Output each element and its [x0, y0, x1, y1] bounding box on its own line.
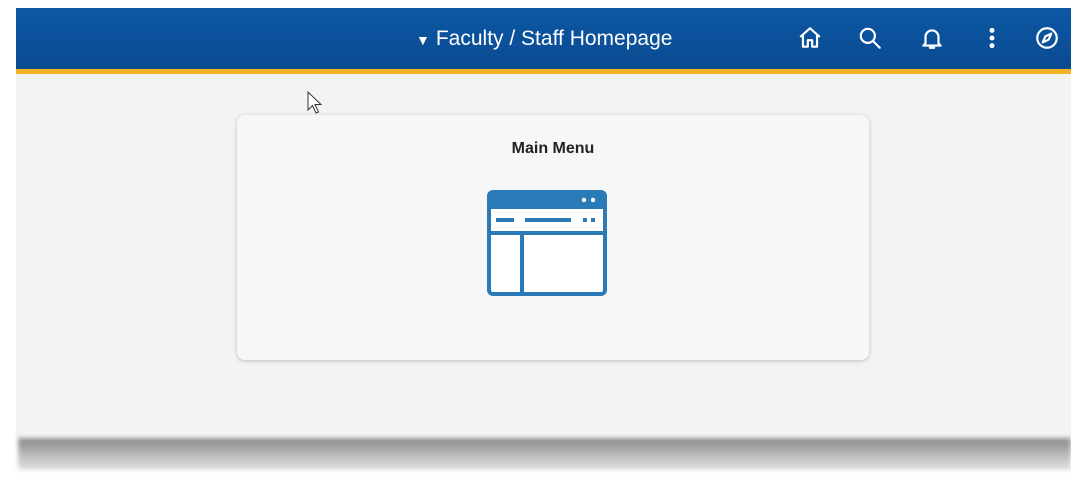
header-banner: ▼ Faculty / Staff Homepage	[16, 8, 1071, 74]
notifications-button[interactable]	[917, 23, 947, 53]
page-title-dropdown[interactable]: ▼ Faculty / Staff Homepage	[416, 24, 672, 54]
app-window: ▼ Faculty / Staff Homepage Main Menu	[16, 8, 1071, 438]
home-button[interactable]	[795, 23, 825, 53]
navbar-button[interactable]	[1032, 23, 1062, 53]
window-browser-icon	[487, 190, 607, 296]
more-vertical-icon	[989, 27, 995, 49]
window-shadow	[18, 438, 1071, 470]
bell-icon	[922, 29, 942, 49]
search-icon	[859, 27, 881, 49]
dropdown-caret-icon: ▼	[416, 32, 430, 48]
tile-title: Main Menu	[511, 140, 595, 157]
search-button[interactable]	[855, 23, 885, 53]
mouse-cursor-icon	[307, 90, 323, 114]
page-title: Faculty / Staff Homepage	[435, 27, 673, 50]
navbar-compass-icon	[1036, 27, 1058, 49]
main-menu-tile[interactable]: Main Menu	[237, 115, 869, 360]
home-icon	[799, 27, 821, 48]
actions-menu-button[interactable]	[977, 23, 1007, 53]
